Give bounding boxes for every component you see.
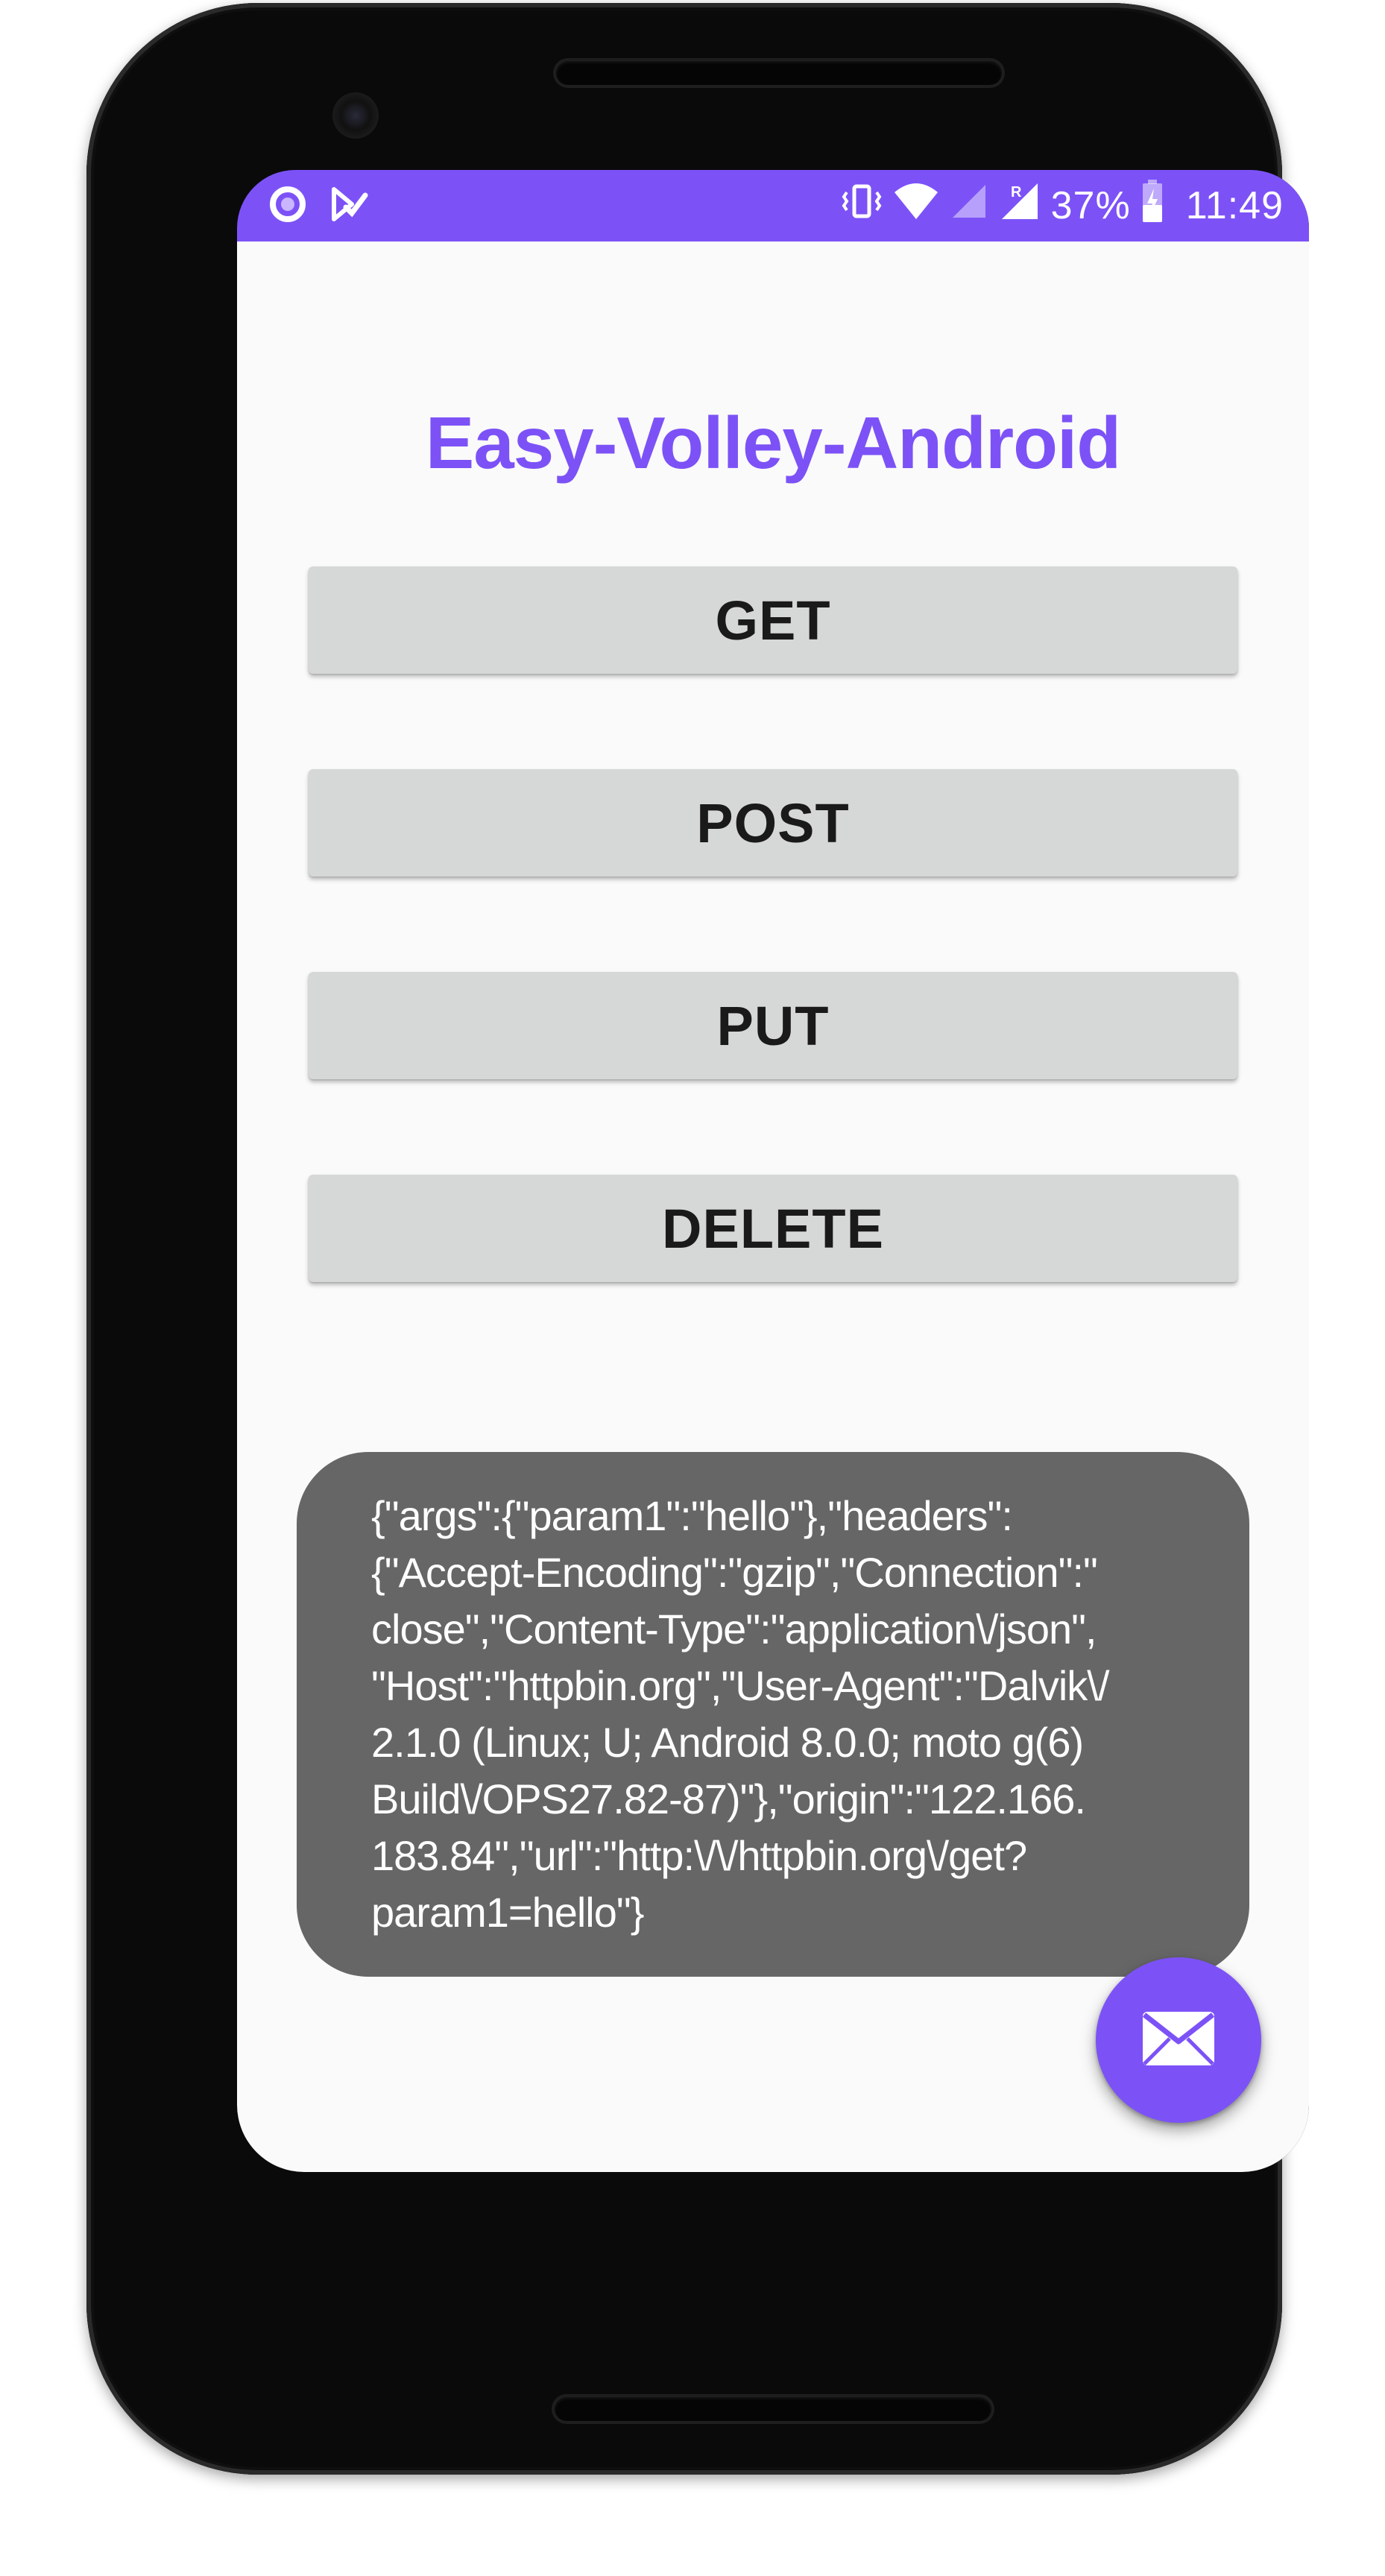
vibrate-icon xyxy=(841,180,883,232)
status-right-icons: R 37% 11:49 xyxy=(841,179,1284,233)
signal-roaming-icon: R xyxy=(999,180,1041,232)
app-title: Easy-Volley-Android xyxy=(425,402,1121,484)
svg-text:R: R xyxy=(1011,184,1022,201)
battery-percentage: 37% xyxy=(1050,184,1131,227)
check-flag-icon xyxy=(329,185,368,227)
status-left-icons xyxy=(268,185,368,227)
clock: 11:49 xyxy=(1185,184,1284,227)
phone-frame: R 37% 11:49 Easy-Volley-Android GET POST… xyxy=(86,3,1309,2475)
front-camera xyxy=(332,92,379,139)
status-bar: R 37% 11:49 xyxy=(237,170,1309,242)
put-button[interactable]: PUT xyxy=(309,972,1237,1079)
mail-icon xyxy=(1140,2009,1217,2072)
bottom-speaker-grille xyxy=(555,2397,991,2421)
circle-notification-icon xyxy=(268,185,307,227)
phone-screen: R 37% 11:49 Easy-Volley-Android GET POST… xyxy=(237,170,1309,2172)
response-toast: {"args":{"param1":"hello"},"headers": {"… xyxy=(297,1452,1249,1977)
response-toast-text: {"args":{"param1":"hello"},"headers": {"… xyxy=(371,1492,1109,1936)
app-content: Easy-Volley-Android GET POST PUT DELETE … xyxy=(237,242,1309,2172)
get-button[interactable]: GET xyxy=(309,566,1237,674)
wifi-icon xyxy=(893,180,939,232)
battery-charging-icon xyxy=(1141,179,1164,233)
top-speaker-grille xyxy=(556,61,1002,85)
signal-icon xyxy=(950,182,988,230)
post-button[interactable]: POST xyxy=(309,769,1237,877)
delete-button[interactable]: DELETE xyxy=(309,1175,1237,1282)
mail-fab-button[interactable] xyxy=(1096,1957,1261,2123)
